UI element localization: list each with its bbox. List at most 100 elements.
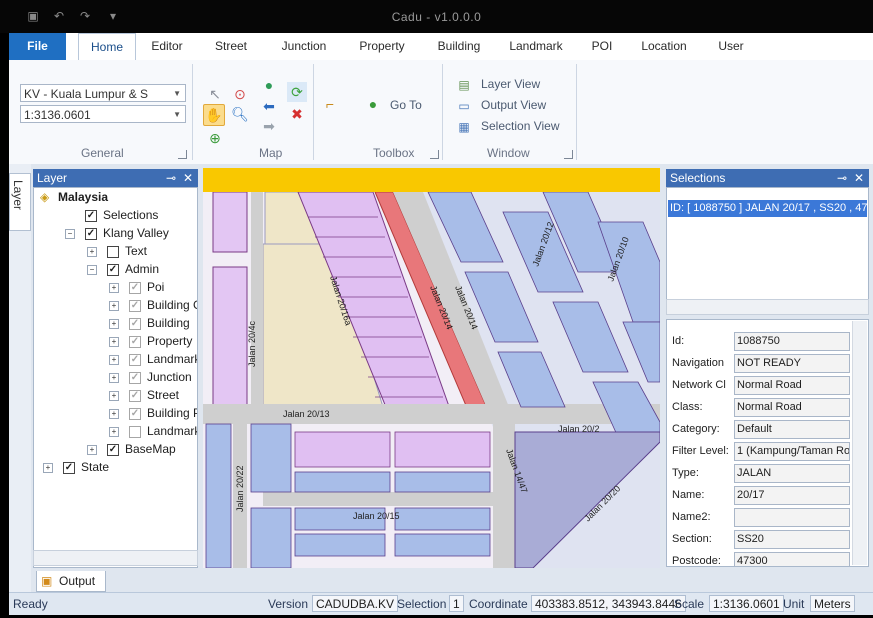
tab-poi[interactable]: POI <box>587 33 617 60</box>
layer-checkbox[interactable]: ✓ <box>63 462 75 474</box>
layer-checkbox[interactable]: ✓ <box>129 300 141 312</box>
expand-icon[interactable]: + <box>109 283 119 293</box>
property-value-field[interactable]: Normal Road <box>734 398 850 417</box>
region-select[interactable]: KV - Kuala Lumpur & S ▼ <box>20 84 186 102</box>
tab-file[interactable]: File <box>9 33 66 60</box>
property-value-field[interactable]: Default <box>734 420 850 439</box>
horizontal-scrollbar[interactable] <box>33 550 198 566</box>
layer-checkbox[interactable]: ✓ <box>129 336 141 348</box>
property-value-field[interactable]: 1088750 <box>734 332 850 351</box>
layer-checkbox[interactable]: ✓ <box>85 228 97 240</box>
expand-icon[interactable]: + <box>109 391 119 401</box>
expand-icon[interactable]: + <box>87 247 97 257</box>
zoom-extent-icon[interactable]: ⊕ <box>205 128 225 148</box>
property-value-field[interactable]: Normal Road <box>734 376 850 395</box>
layer-checkbox[interactable]: ✓ <box>129 318 141 330</box>
tab-building[interactable]: Building <box>430 33 488 60</box>
expand-icon[interactable]: + <box>43 463 53 473</box>
layer-tree-item[interactable]: + Landmark Bou <box>34 423 197 440</box>
layer-tree-item[interactable]: + ✓ State <box>34 459 197 476</box>
expand-icon[interactable]: + <box>109 409 119 419</box>
expand-icon[interactable]: + <box>109 427 119 437</box>
expand-icon[interactable]: + <box>87 445 97 455</box>
layer-tree-item[interactable]: + ✓ Junction <box>34 369 197 386</box>
tab-user[interactable]: User <box>712 33 750 60</box>
layer-tree-item[interactable]: + ✓ Building Polyg <box>34 405 197 422</box>
layer-tree-item[interactable]: + ✓ Building <box>34 315 197 332</box>
layer-checkbox[interactable]: ✓ <box>129 372 141 384</box>
layer-tree-item[interactable]: + ✓ Landmark <box>34 351 197 368</box>
goto-globe-icon[interactable]: ● <box>363 94 383 114</box>
layer-checkbox[interactable]: ✓ <box>107 444 119 456</box>
layer-checkbox[interactable]: ✓ <box>129 354 141 366</box>
tool-icon[interactable]: ⌐ <box>320 94 340 114</box>
layer-tree-item[interactable]: + ✓ Property <box>34 333 197 350</box>
pin-icon[interactable]: ⊸ <box>837 169 847 187</box>
layer-checkbox[interactable]: ✓ <box>85 210 97 222</box>
property-value-field[interactable]: 1 (Kampung/Taman Ro <box>734 442 850 461</box>
layer-view-button[interactable]: Layer View <box>481 77 540 91</box>
layer-tree-item[interactable]: − ✓ Klang Valley <box>34 225 197 242</box>
layer-tree-item[interactable]: + ✓ Building Grou <box>34 297 197 314</box>
tab-location[interactable]: Location <box>635 33 693 60</box>
map-canvas[interactable]: Jalan 20/16a Jalan 20/14 Jalan 20/14 Jal… <box>203 192 660 568</box>
back-arrow-icon[interactable]: ⬅ <box>259 96 279 116</box>
close-icon[interactable]: ✕ <box>854 169 864 187</box>
tab-landmark[interactable]: Landmark <box>503 33 569 60</box>
forward-arrow-icon[interactable]: ➡ <box>259 116 279 136</box>
property-value-field[interactable]: SS20 <box>734 530 850 549</box>
expand-icon[interactable]: + <box>109 319 119 329</box>
vertical-scrollbar[interactable] <box>852 321 867 565</box>
zoom-region-icon[interactable]: ⊙ <box>230 84 250 104</box>
pin-icon[interactable]: ⊸ <box>166 169 176 187</box>
layer-checkbox[interactable] <box>107 246 119 258</box>
select-arrow-icon[interactable]: ↖ <box>205 84 225 104</box>
property-value-field[interactable]: 20/17 <box>734 486 850 505</box>
layer-tree-item[interactable]: + ✓ Poi <box>34 279 197 296</box>
property-value-field[interactable] <box>734 508 850 527</box>
layer-tree-item[interactable]: ◈ Malaysia <box>34 189 197 206</box>
dialog-launcher-icon[interactable] <box>178 150 187 159</box>
layer-checkbox[interactable] <box>129 426 141 438</box>
globe-icon[interactable]: ● <box>259 75 279 95</box>
layer-tree-item[interactable]: ✓ Selections <box>34 207 197 224</box>
tab-junction[interactable]: Junction <box>273 33 335 60</box>
property-value-field[interactable]: JALAN <box>734 464 850 483</box>
layer-tree-item[interactable]: + ✓ BaseMap <box>34 441 197 458</box>
layer-tree-item[interactable]: + ✓ Street <box>34 387 197 404</box>
collapse-icon[interactable]: − <box>87 265 97 275</box>
expand-icon[interactable]: + <box>109 355 119 365</box>
zoom-icon[interactable]: 🔍︎ <box>230 104 250 124</box>
tab-home[interactable]: Home <box>78 33 136 61</box>
clear-icon[interactable]: ✖ <box>287 104 307 124</box>
close-icon[interactable]: ✕ <box>183 169 193 187</box>
property-value-field[interactable]: 47300 <box>734 552 850 566</box>
expand-icon[interactable]: + <box>109 301 119 311</box>
selection-view-button[interactable]: Selection View <box>481 119 560 133</box>
goto-button[interactable]: Go To <box>390 98 422 112</box>
layer-checkbox[interactable]: ✓ <box>129 390 141 402</box>
expand-icon[interactable]: + <box>109 337 119 347</box>
layer-tree-item[interactable]: − ✓ Admin <box>34 261 197 278</box>
layer-checkbox[interactable]: ✓ <box>129 282 141 294</box>
property-value-field[interactable]: NOT READY <box>734 354 850 373</box>
refresh-icon[interactable]: ⟳ <box>287 82 307 102</box>
side-tab-layer[interactable]: Layer <box>9 173 31 231</box>
collapse-icon[interactable]: − <box>65 229 75 239</box>
pan-hand-icon[interactable]: ✋ <box>203 104 225 126</box>
output-tab[interactable]: ▣ Output <box>36 571 106 592</box>
horizontal-scrollbar[interactable] <box>666 299 869 315</box>
layer-tree-item[interactable]: + Text <box>34 243 197 260</box>
expand-icon[interactable]: + <box>109 373 119 383</box>
tab-editor[interactable]: Editor <box>142 33 192 60</box>
dialog-launcher-icon[interactable] <box>564 150 573 159</box>
layer-checkbox[interactable]: ✓ <box>107 264 119 276</box>
scale-select[interactable]: 1:3136.0601 ▼ <box>20 105 186 123</box>
dialog-launcher-icon[interactable] <box>430 150 439 159</box>
selection-item[interactable]: ID: [ 1088750 ] JALAN 20/17 , SS20 , 473… <box>668 200 867 217</box>
tab-property[interactable]: Property <box>351 33 413 60</box>
layer-checkbox[interactable]: ✓ <box>129 408 141 420</box>
tab-street[interactable]: Street <box>206 33 256 60</box>
output-view-button[interactable]: Output View <box>481 98 546 112</box>
layer-tree-label: Junction <box>147 370 192 384</box>
